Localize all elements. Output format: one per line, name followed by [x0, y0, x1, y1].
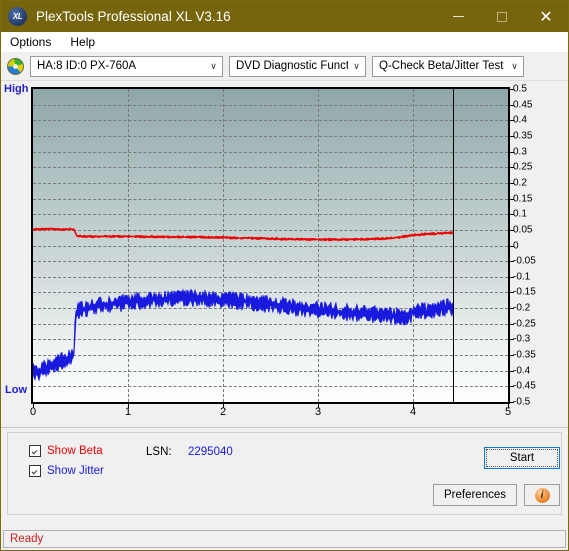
menu-item-help-label: Help — [70, 35, 96, 49]
y-tick-mark — [510, 386, 514, 388]
menu-item-options[interactable]: Options — [7, 34, 59, 50]
x-tick-mark — [318, 404, 319, 408]
window-title: PlexTools Professional XL V3.16 — [36, 9, 231, 24]
title-bar: XL PlexTools Professional XL V3.16 ✕ — [1, 1, 568, 32]
y-tick-label: -0.4 — [513, 365, 531, 377]
test-select-value: Q-Check Beta/Jitter Test — [379, 60, 504, 72]
toolbar: HA:8 ID:0 PX-760A ∨ DVD Diagnostic Funct… — [1, 52, 568, 81]
minimize-button[interactable] — [436, 1, 480, 32]
y-tick-label: 0.15 — [513, 193, 533, 205]
y-tick-label: -0.15 — [513, 286, 536, 298]
x-tick-mark — [508, 404, 509, 408]
y-tick-label: 0.45 — [513, 99, 533, 111]
control-panel: Show Beta Show Jitter LSN: 2295040 Start… — [7, 432, 562, 515]
y-tick-mark — [510, 214, 514, 216]
y-tick-mark — [510, 135, 514, 137]
checkbox-icon — [29, 445, 41, 457]
series-jitter — [33, 288, 454, 382]
y-tick-mark — [510, 323, 514, 325]
show-jitter-label: Show Jitter — [47, 465, 104, 477]
maximize-icon — [497, 11, 507, 22]
info-icon: i — [534, 487, 550, 503]
y-tick-label: -0.1 — [513, 271, 531, 283]
preferences-button-label: Preferences — [443, 489, 506, 501]
info-button[interactable]: i — [524, 484, 560, 506]
minimize-icon — [452, 16, 464, 17]
lsn-value: 2295040 — [188, 446, 233, 458]
plot-curves — [33, 227, 454, 382]
axis-label-high: High — [4, 83, 29, 95]
y-tick-mark — [510, 308, 514, 310]
y-tick-mark — [510, 229, 514, 231]
y-tick-mark — [510, 198, 514, 200]
y-tick-mark — [510, 370, 514, 372]
y-tick-label: -0.25 — [513, 318, 536, 330]
y-tick-mark — [510, 89, 514, 90]
app-window: XL PlexTools Professional XL V3.16 ✕ Opt… — [0, 0, 569, 551]
y-tick-label: 0.1 — [513, 208, 527, 220]
y-tick-label: -0.5 — [513, 396, 531, 408]
y-tick-mark — [510, 292, 514, 294]
y-tick-label: 0.4 — [513, 114, 527, 126]
y-tick-label: 0.5 — [513, 83, 527, 95]
function-select-value: DVD Diagnostic Functions — [236, 60, 348, 72]
x-tick-mark — [128, 404, 129, 408]
y-tick-label: 0.25 — [513, 161, 533, 173]
y-tick-label: -0.2 — [513, 302, 531, 314]
y-tick-mark — [510, 167, 514, 169]
y-tick-mark — [510, 151, 514, 153]
close-button[interactable]: ✕ — [524, 1, 568, 32]
show-jitter-checkbox[interactable]: Show Jitter — [29, 465, 104, 477]
function-select[interactable]: DVD Diagnostic Functions ∨ — [229, 55, 366, 77]
menu-item-options-label: Options — [10, 35, 52, 49]
y-tick-mark — [510, 120, 514, 122]
y-tick-mark — [510, 355, 514, 357]
preferences-button[interactable]: Preferences — [433, 484, 517, 506]
y-tick-mark — [510, 402, 514, 403]
y-tick-mark — [510, 245, 514, 247]
start-button-label: Start — [509, 452, 535, 464]
series-beta — [33, 227, 454, 242]
menu-bar: Options Help — [1, 32, 568, 52]
show-beta-label: Show Beta — [47, 445, 103, 457]
y-tick-mark — [510, 104, 514, 106]
y-tick-label: -0.45 — [513, 380, 536, 392]
y-tick-label: -0.3 — [513, 333, 531, 345]
window-controls: ✕ — [436, 1, 568, 32]
app-logo-icon: XL — [8, 7, 27, 26]
y-tick-mark — [510, 261, 514, 263]
y-tick-label: 0.2 — [513, 177, 527, 189]
chevron-down-icon: ∨ — [353, 60, 360, 71]
chevron-down-icon: ∨ — [511, 60, 518, 71]
x-tick-mark — [223, 404, 224, 408]
axis-label-low: Low — [5, 384, 27, 396]
show-beta-checkbox[interactable]: Show Beta — [29, 445, 103, 457]
status-bar: Ready — [3, 530, 566, 548]
start-button[interactable]: Start — [484, 447, 560, 469]
end-of-data-line — [452, 89, 454, 402]
chevron-down-icon: ∨ — [210, 60, 217, 71]
x-tick-mark — [413, 404, 414, 408]
lsn-label: LSN: — [146, 446, 172, 458]
disc-icon — [7, 57, 24, 75]
maximize-button[interactable] — [480, 1, 524, 32]
plot-area[interactable] — [31, 87, 510, 404]
y-tick-label: -0.35 — [513, 349, 536, 361]
checkbox-icon — [29, 465, 41, 477]
drive-select-value: HA:8 ID:0 PX-760A — [37, 60, 137, 72]
y-tick-mark — [510, 182, 514, 184]
y-tick-mark — [510, 276, 514, 278]
drive-select[interactable]: HA:8 ID:0 PX-760A ∨ — [30, 55, 223, 77]
y-tick-mark — [510, 339, 514, 341]
y-tick-label: 0.3 — [513, 146, 527, 158]
menu-item-help[interactable]: Help — [67, 34, 103, 50]
test-select[interactable]: Q-Check Beta/Jitter Test ∨ — [372, 55, 524, 77]
status-text: Ready — [10, 533, 44, 545]
x-tick-mark — [33, 404, 34, 408]
close-icon: ✕ — [539, 8, 553, 26]
y-tick-label: 0.35 — [513, 130, 533, 142]
y-tick-label: -0.05 — [513, 255, 536, 267]
chart-panel: High Low 0.5 0.45 0.4 0.35 0.3 0.25 0.2 0.15 0.1… — [1, 81, 568, 428]
y-tick-label: 0.05 — [513, 224, 533, 236]
